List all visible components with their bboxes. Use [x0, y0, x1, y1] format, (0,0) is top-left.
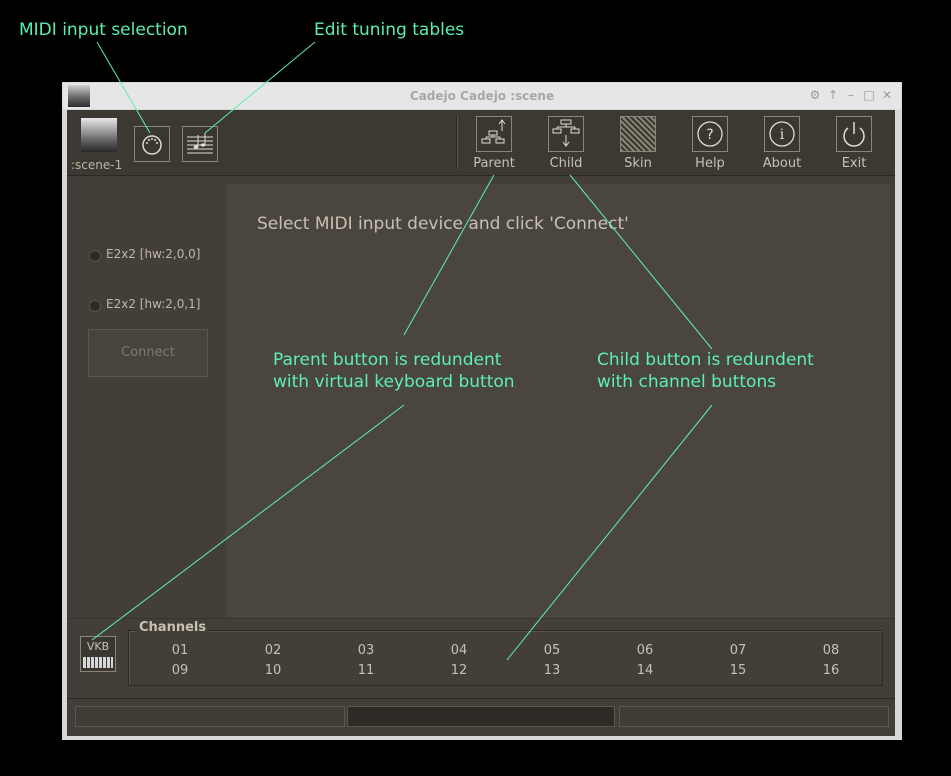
- leader-parent-top: [403, 174, 495, 336]
- leader-midi-input: [96, 41, 151, 134]
- leader-child-top: [569, 174, 713, 350]
- annotation-lines: [91, 41, 713, 661]
- leader-parent-bottom: [91, 404, 405, 641]
- leader-child-bottom: [506, 404, 713, 661]
- leader-edit-tuning: [204, 41, 316, 134]
